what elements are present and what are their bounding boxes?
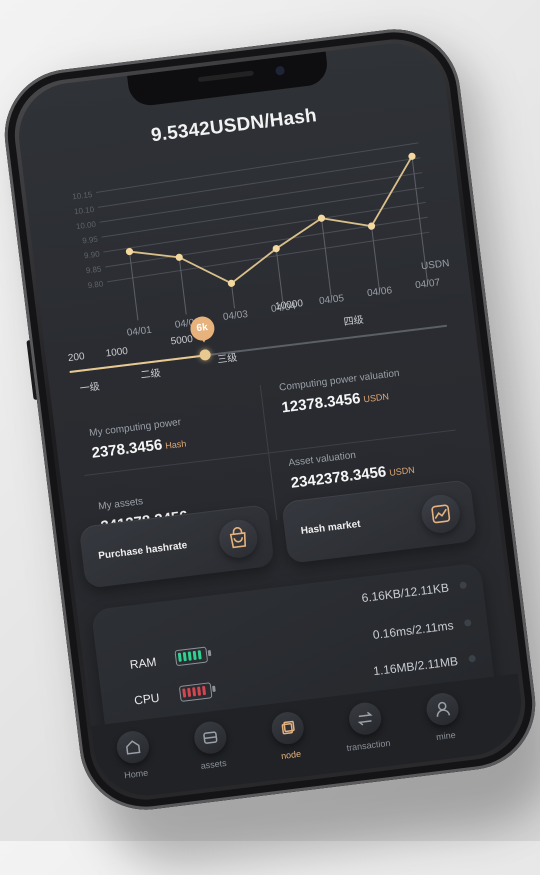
battery-segment (202, 685, 207, 696)
chart-gridline (103, 201, 426, 253)
nav-transaction[interactable]: transaction (325, 698, 408, 755)
chart-point[interactable] (175, 253, 183, 261)
y-tick-label: 10.10 (74, 205, 96, 216)
nav-node[interactable]: node (247, 708, 330, 765)
level-2-label: 二级 (140, 368, 162, 382)
chart-gridline (105, 216, 428, 268)
chart-point[interactable] (367, 222, 376, 230)
chart-gridline (101, 187, 424, 238)
slider-fill (69, 354, 206, 374)
asset-valuation-value: 2342378.3456 (289, 463, 388, 492)
computing-power-value: 2378.3456 (90, 436, 164, 462)
user-icon (424, 691, 461, 727)
y-tick-label: 9.80 (87, 279, 104, 290)
y-tick-label: 9.85 (85, 264, 102, 275)
battery-segment (197, 650, 202, 660)
top-usage-value: 6.16KB/12.11KB (360, 580, 450, 606)
phone-frame: 9.5342USDN/Hash 10.15 10.10 10.00 9.95 9.90 9… (0, 21, 540, 818)
y-tick-label: 10.00 (75, 220, 97, 231)
battery-segment (177, 652, 182, 662)
app-screen: 9.5342USDN/Hash 10.15 10.10 10.00 9.95 9.90 9… (12, 37, 528, 802)
slider-mark-200: 200 (67, 351, 86, 365)
wallet-icon (192, 719, 229, 756)
y-tick-label: 9.95 (82, 235, 99, 246)
battery-segment (182, 652, 187, 662)
nav-mine[interactable]: mine (402, 688, 485, 745)
chart-drop-line (178, 257, 187, 315)
chart-gridline (99, 172, 423, 223)
chart-drop-line (371, 226, 380, 291)
camera-icon (275, 65, 286, 76)
shopping-bag-icon (217, 517, 260, 560)
slider-mark-1000: 1000 (105, 345, 129, 360)
battery-segment (192, 687, 197, 697)
slider-mark-5000: 5000 (170, 333, 194, 348)
chart-unit: USDN (420, 258, 450, 273)
slider-handle[interactable] (198, 348, 212, 362)
nav-home[interactable]: Home (92, 727, 175, 784)
trend-chart-icon (419, 492, 462, 536)
battery-segment (182, 688, 187, 698)
nav-assets[interactable]: assets (170, 717, 253, 774)
slider-mark-10000: 10000 (274, 298, 304, 313)
level-3-label: 三级 (216, 352, 238, 366)
battery-segment (187, 651, 192, 661)
chart-drop-line (321, 218, 332, 297)
chart-gridline (95, 142, 419, 194)
ram-value: 0.16ms/2.11ms (372, 618, 455, 643)
battery-segment (192, 650, 197, 661)
level-4-label: 四级 (343, 314, 365, 329)
computing-valuation-value: 12378.3456 (280, 389, 362, 417)
battery-segment (187, 687, 192, 698)
scene: 9.5342USDN/Hash 10.15 10.10 10.00 9.95 9.90 9… (0, 0, 540, 841)
ram-battery-icon (174, 646, 209, 667)
chart-drop-line (275, 248, 284, 303)
cpu-value: 1.16MB/2.11MB (372, 653, 459, 679)
chart-gridline (97, 157, 421, 208)
y-tick-label: 9.90 (84, 250, 101, 261)
cpu-battery-icon (178, 682, 213, 702)
chart-gridline (106, 231, 430, 283)
transfer-icon (347, 700, 383, 737)
home-icon (115, 729, 151, 765)
y-tick-label: 10.15 (72, 190, 94, 201)
level-1-label: 一级 (79, 381, 101, 395)
notch (127, 51, 330, 108)
battery-segment (197, 686, 202, 696)
layers-icon (269, 710, 306, 746)
